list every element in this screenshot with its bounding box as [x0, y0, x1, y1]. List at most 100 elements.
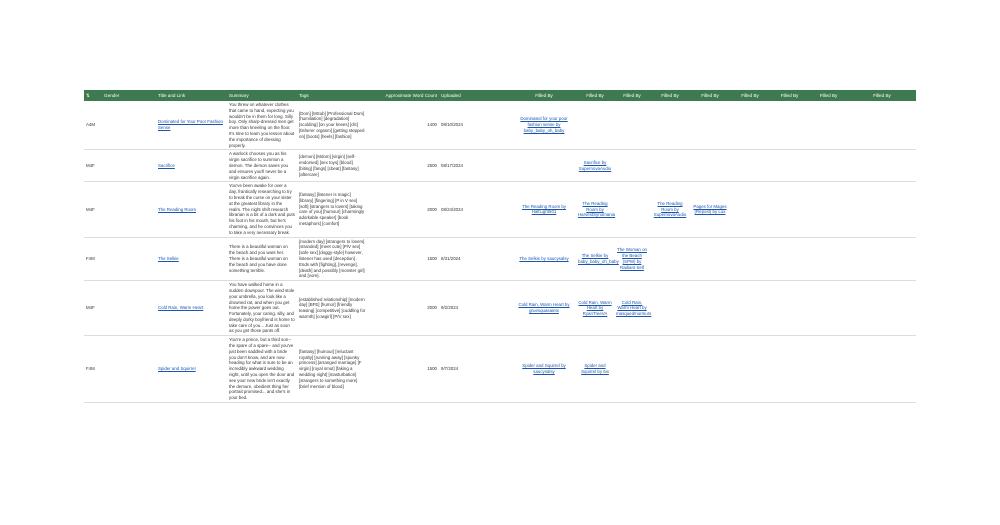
tags-cell: [demon] [Mdom] [virgin] [self-endorsed] …: [297, 149, 368, 183]
sort-icon[interactable]: ⇅: [84, 90, 102, 101]
uploaded-cell: 9/7/2024: [439, 335, 512, 404]
filled-by-link[interactable]: [730, 149, 770, 183]
filled-by-link[interactable]: [770, 280, 809, 337]
gender-cell: M4F: [84, 181, 156, 238]
filled-by-link[interactable]: Sacrifice by SupernovaAudio: [576, 149, 614, 183]
filled-by-link[interactable]: [614, 335, 650, 404]
filled-by-link[interactable]: [770, 181, 809, 238]
filled-by-link[interactable]: [848, 335, 916, 404]
filled-by-link[interactable]: [690, 237, 730, 282]
filled-by-link[interactable]: [650, 237, 690, 282]
summary-cell: There is a beautiful woman on the beach …: [227, 237, 297, 282]
filled-by-link[interactable]: [650, 101, 690, 151]
filled-by-link[interactable]: The Reading Room by HalfLight501: [512, 181, 576, 238]
header-filled-by-6[interactable]: Filled By: [730, 90, 770, 101]
table-row: M4F The Reading Room You've been awake f…: [84, 181, 916, 238]
header-title[interactable]: Title and Link: [156, 90, 227, 101]
title-link[interactable]: The Selkie: [156, 237, 227, 282]
filled-by-link[interactable]: [809, 335, 848, 404]
prompt-table: ⇅ Gender Title and Link Summary Tags App…: [84, 90, 916, 404]
filled-by-link[interactable]: [614, 101, 650, 151]
filled-by-link[interactable]: [614, 149, 650, 183]
filled-by-link[interactable]: [576, 101, 614, 151]
filled-by-link[interactable]: [848, 237, 916, 282]
filled-by-link[interactable]: [650, 280, 690, 337]
header-filled-by-7[interactable]: Filled By: [770, 90, 809, 101]
filled-by-link[interactable]: [690, 101, 730, 151]
filled-by-link[interactable]: [690, 149, 730, 183]
header-filled-by-9[interactable]: Filled By: [848, 90, 916, 101]
filled-by-link[interactable]: [730, 280, 770, 337]
filled-by-link[interactable]: [848, 181, 916, 238]
gender-cell: M4F: [84, 149, 156, 183]
table-row: F4M The Selkie There is a beautiful woma…: [84, 237, 916, 282]
header-filled-by-8[interactable]: Filled By: [809, 90, 848, 101]
filled-by-link[interactable]: [730, 181, 770, 238]
filled-by-link[interactable]: Cold Rain, Warm Heart by gruesquasaints: [512, 280, 576, 337]
uploaded-cell: 08/10/2024: [439, 101, 512, 151]
filled-by-link[interactable]: Dominated for your poor fashion sense by…: [512, 101, 576, 151]
filled-by-link[interactable]: [809, 101, 848, 151]
filled-by-link[interactable]: [512, 149, 576, 183]
table-row: A4M Dominated for Your Poor Fashion Sens…: [84, 101, 916, 151]
filled-by-link[interactable]: Pages for Mages (Repost) by Lux: [690, 181, 730, 238]
tags-cell: [established relationship] [modern day] …: [297, 280, 368, 337]
gender-cell: A4M: [84, 101, 156, 151]
filled-by-link[interactable]: [730, 335, 770, 404]
filled-by-link[interactable]: [770, 335, 809, 404]
filled-by-link[interactable]: [730, 237, 770, 282]
title-link[interactable]: Spider and Squirrel: [156, 335, 227, 404]
summary-cell: You threw on whatever clothes that came …: [227, 101, 297, 151]
header-uploaded[interactable]: Uploaded: [439, 90, 512, 101]
filled-by-link[interactable]: The Selkie by saucysalsy: [512, 237, 576, 282]
filled-by-link[interactable]: [650, 149, 690, 183]
title-link[interactable]: Cold Rain, Warm Heart: [156, 280, 227, 337]
title-link[interactable]: The Reading Room: [156, 181, 227, 238]
filled-by-link[interactable]: [848, 101, 916, 151]
header-tags[interactable]: Tags: [297, 90, 368, 101]
header-filled-by-4[interactable]: Filled By: [650, 90, 690, 101]
filled-by-link[interactable]: [770, 237, 809, 282]
gender-cell: M4F: [84, 280, 156, 337]
title-link[interactable]: Dominated for Your Poor Fashion Sense: [156, 101, 227, 151]
uploaded-cell: 9/2/2024: [439, 280, 512, 337]
filled-by-link[interactable]: [848, 149, 916, 183]
filled-by-link[interactable]: [809, 181, 848, 238]
table-row: M4F Sacrifice A warlock chooses you as h…: [84, 149, 916, 183]
filled-by-link[interactable]: The Reading Room by SupernovaAudio: [650, 181, 690, 238]
filled-by-link[interactable]: [690, 335, 730, 404]
header-filled-by-3[interactable]: Filled By: [614, 90, 650, 101]
filled-by-link[interactable]: Spider and Squirrel by saucysalsy: [512, 335, 576, 404]
filled-by-link[interactable]: [770, 101, 809, 151]
header-filled-by-2[interactable]: Filled By: [576, 90, 614, 101]
word-count-cell: 2500: [368, 149, 439, 183]
filled-by-link[interactable]: The Reading Room by HarvestSynomania: [576, 181, 615, 238]
uploaded-cell: 08/24/2024: [439, 181, 512, 238]
filled-by-link[interactable]: [848, 280, 916, 337]
filled-by-link[interactable]: The Selkie by baby_baby_oh_baby: [576, 237, 619, 282]
filled-by-link[interactable]: [690, 280, 730, 337]
filled-by-link[interactable]: [770, 149, 809, 183]
filled-by-link[interactable]: Cold Rain, Warm Heart by masquedmurmurs: [614, 280, 651, 337]
summary-cell: You've been awake for over a day, franti…: [227, 181, 297, 238]
tags-cell: [fantasy] [humour] [reluctant royalty] […: [297, 335, 368, 404]
filled-by-link[interactable]: [730, 101, 770, 151]
uploaded-cell: 8/31/2024: [439, 237, 512, 282]
header-word-count[interactable]: Approximate Word Count: [368, 90, 439, 101]
header-gender[interactable]: Gender: [102, 90, 156, 101]
filled-by-link[interactable]: The Woman on the Beach (SPW) by Radiant …: [614, 237, 650, 282]
header-filled-by-5[interactable]: Filled By: [690, 90, 730, 101]
title-link[interactable]: Sacrifice: [156, 149, 227, 183]
header-summary[interactable]: Summary: [227, 90, 297, 101]
header-filled-by-1[interactable]: Filled By: [512, 90, 576, 101]
word-count-cell: 2000: [368, 280, 439, 337]
table-row: M4F Cold Rain, Warm Heart You have walke…: [84, 280, 916, 337]
gender-cell: F4M: [84, 335, 156, 404]
filled-by-link[interactable]: [809, 280, 848, 337]
filled-by-link[interactable]: Spider and Squirrel by 6ix: [576, 335, 614, 404]
filled-by-link[interactable]: [809, 237, 848, 282]
filled-by-link[interactable]: [809, 149, 848, 183]
filled-by-link[interactable]: [650, 335, 690, 404]
filled-by-link[interactable]: [614, 181, 650, 238]
filled-by-link[interactable]: Cold Rain, Warm Heart by RyanTreeVA: [576, 280, 614, 337]
